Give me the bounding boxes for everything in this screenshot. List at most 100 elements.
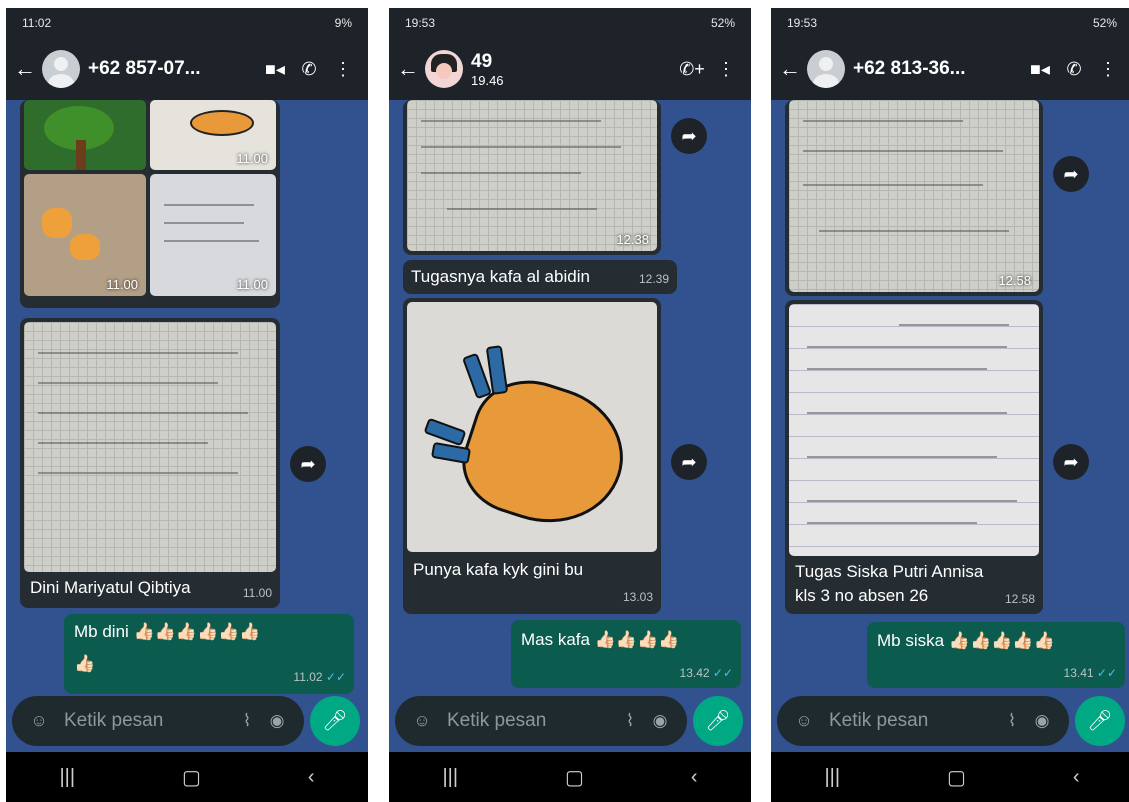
phone-call-icon[interactable]: ✆ [292,59,326,80]
outgoing-message[interactable]: Mb siska 👍🏻👍🏻👍🏻👍🏻👍🏻 13.41 ✓✓ [867,622,1125,688]
forward-icon[interactable]: ➦ [671,444,707,480]
system-navbar: ||| ▢ ‹ [389,752,751,802]
contact-avatar[interactable] [42,50,80,88]
image-caption-bubble[interactable]: Dini Mariyatul Qibtiya 11.00 [20,318,280,608]
input-placeholder[interactable]: Ketik pesan [829,710,997,732]
system-navbar: ||| ▢ ‹ [6,752,368,802]
input-placeholder[interactable]: Ketik pesan [64,710,232,732]
image-math-worksheet[interactable] [24,322,276,572]
nav-home-icon[interactable]: ▢ [565,765,584,790]
more-vert-icon[interactable]: ⋮ [326,59,360,80]
video-call-icon[interactable]: ■◂ [258,59,292,80]
message-text-line2: 👍🏻 [74,654,96,673]
nav-home-icon[interactable]: ▢ [182,765,201,790]
contact-subtitle: 19.46 [471,72,504,88]
status-bar: 11:02 9% [6,8,368,38]
mic-button[interactable]: 🎤︎ [693,696,743,746]
image-album-bubble[interactable]: 11.00 11.00 11.00 [20,100,280,308]
mic-button[interactable]: 🎤︎ [310,696,360,746]
image-caption-bubble[interactable]: Tugas Siska Putri Annisa kls 3 no absen … [785,300,1043,614]
message-caption: Dini Mariyatul Qibtiya [30,578,191,597]
attach-icon[interactable]: ⌇ [997,711,1027,731]
contact-title[interactable]: 49 19.46 [471,51,675,88]
more-vert-icon[interactable]: ⋮ [709,59,743,80]
image-carrot-drawing[interactable]: 11.00 [150,100,276,170]
forward-icon[interactable]: ➦ [671,118,707,154]
image-bubble[interactable]: 12.58 [785,100,1043,296]
emoji-icon[interactable]: ☺ [407,711,437,731]
message-time: 12.58 [1004,592,1035,606]
chat-area: 11.00 11.00 11.00 Dini Mariyatul Qibtiya… [6,100,368,700]
mic-icon: 🎤︎ [705,710,731,732]
phone-screen-1: 11:02 9% ← +62 857-07... ■◂ ✆ ⋮ 11.00 11… [6,8,368,802]
back-arrow-icon[interactable]: ← [779,56,803,82]
video-call-icon[interactable]: ■◂ [1023,59,1057,80]
status-bar: 19:53 52% [389,8,751,38]
contact-avatar[interactable] [807,50,845,88]
message-caption-line2: kls 3 no absen 26 [795,586,929,605]
image-time: 12.38 [616,232,649,247]
camera-icon[interactable]: ◉ [1027,711,1057,731]
outgoing-message[interactable]: Mas kafa 👍🏻👍🏻👍🏻👍🏻 13.42 ✓✓ [511,620,741,688]
message-input[interactable]: ☺ Ketik pesan ⌇ ◉ [395,696,687,746]
image-math-worksheet[interactable]: 12.38 [407,100,657,251]
message-time: 13.42 ✓✓ [679,666,733,680]
phone-call-icon[interactable]: ✆ [1057,59,1091,80]
forward-icon[interactable]: ➦ [290,446,326,482]
outgoing-message[interactable]: Mb dini 👍🏻👍🏻👍🏻👍🏻👍🏻👍🏻 👍🏻 11.02 ✓✓ [64,614,354,694]
image-notebook-page[interactable] [789,304,1039,556]
image-carrot-drawing[interactable] [407,302,657,552]
message-input[interactable]: ☺ Ketik pesan ⌇ ◉ [777,696,1069,746]
message-caption: Punya kafa kyk gini bu [413,560,584,579]
contact-name[interactable]: +62 813-36... [853,58,1023,80]
message-time: 13.03 [622,590,653,604]
image-tree-drawing[interactable] [24,100,146,170]
add-call-icon[interactable]: ✆+ [675,59,709,80]
back-arrow-icon[interactable]: ← [397,56,421,82]
message-text: Mas kafa 👍🏻👍🏻👍🏻👍🏻 [521,630,680,649]
nav-back-icon[interactable]: ‹ [1073,766,1080,789]
chat-header: ← +62 857-07... ■◂ ✆ ⋮ [6,38,368,100]
camera-icon[interactable]: ◉ [262,711,292,731]
nav-recents-icon[interactable]: ||| [442,766,458,789]
contact-avatar[interactable] [425,50,463,88]
message-text: Mb siska 👍🏻👍🏻👍🏻👍🏻👍🏻 [877,631,1055,650]
attach-icon[interactable]: ⌇ [232,711,262,731]
image-bubble[interactable]: 12.38 [403,100,661,255]
forward-icon[interactable]: ➦ [1053,444,1089,480]
emoji-icon[interactable]: ☺ [24,711,54,731]
message-input[interactable]: ☺ Ketik pesan ⌇ ◉ [12,696,304,746]
emoji-icon[interactable]: ☺ [789,711,819,731]
attach-icon[interactable]: ⌇ [615,711,645,731]
status-battery: 52% [1092,16,1117,30]
chat-area: 12.58 ➦ Tugas Siska Putri Annisa kls 3 n… [771,100,1129,700]
nav-recents-icon[interactable]: ||| [59,766,75,789]
image-notebook-page[interactable]: 11.00 [150,174,276,296]
status-time: 11:02 [22,16,52,30]
nav-back-icon[interactable]: ‹ [308,766,315,789]
message-caption-line1: Tugas Siska Putri Annisa [795,562,984,581]
forward-icon[interactable]: ➦ [1053,156,1089,192]
status-battery: 9% [334,16,352,30]
image-orange-cutouts[interactable]: 11.00 [24,174,146,296]
contact-name[interactable]: +62 857-07... [88,58,258,80]
nav-back-icon[interactable]: ‹ [691,766,698,789]
camera-icon[interactable]: ◉ [645,711,675,731]
more-vert-icon[interactable]: ⋮ [1091,59,1125,80]
image-math-worksheet[interactable]: 12.58 [789,100,1039,292]
read-receipt-icon: ✓✓ [325,670,346,684]
text-message[interactable]: Tugasnya kafa al abidin 12.39 [403,260,677,294]
input-placeholder[interactable]: Ketik pesan [447,710,615,732]
image-caption-bubble[interactable]: Punya kafa kyk gini bu 13.03 [403,298,661,614]
nav-home-icon[interactable]: ▢ [947,765,966,790]
mic-icon: 🎤︎ [1087,710,1113,732]
image-time: 11.00 [236,151,268,166]
back-arrow-icon[interactable]: ← [14,56,38,82]
image-time: 11.00 [106,277,138,292]
chat-area: 12.38 ➦ Tugasnya kafa al abidin 12.39 Pu… [389,100,751,700]
chat-header: ← +62 813-36... ■◂ ✆ ⋮ [771,38,1129,100]
mic-button[interactable]: 🎤︎ [1075,696,1125,746]
read-receipt-icon: ✓✓ [712,666,733,680]
phone-screen-2: 19:53 52% ← 49 19.46 ✆+ ⋮ 12.38 ➦ Tugasn… [389,8,751,802]
nav-recents-icon[interactable]: ||| [824,766,840,789]
